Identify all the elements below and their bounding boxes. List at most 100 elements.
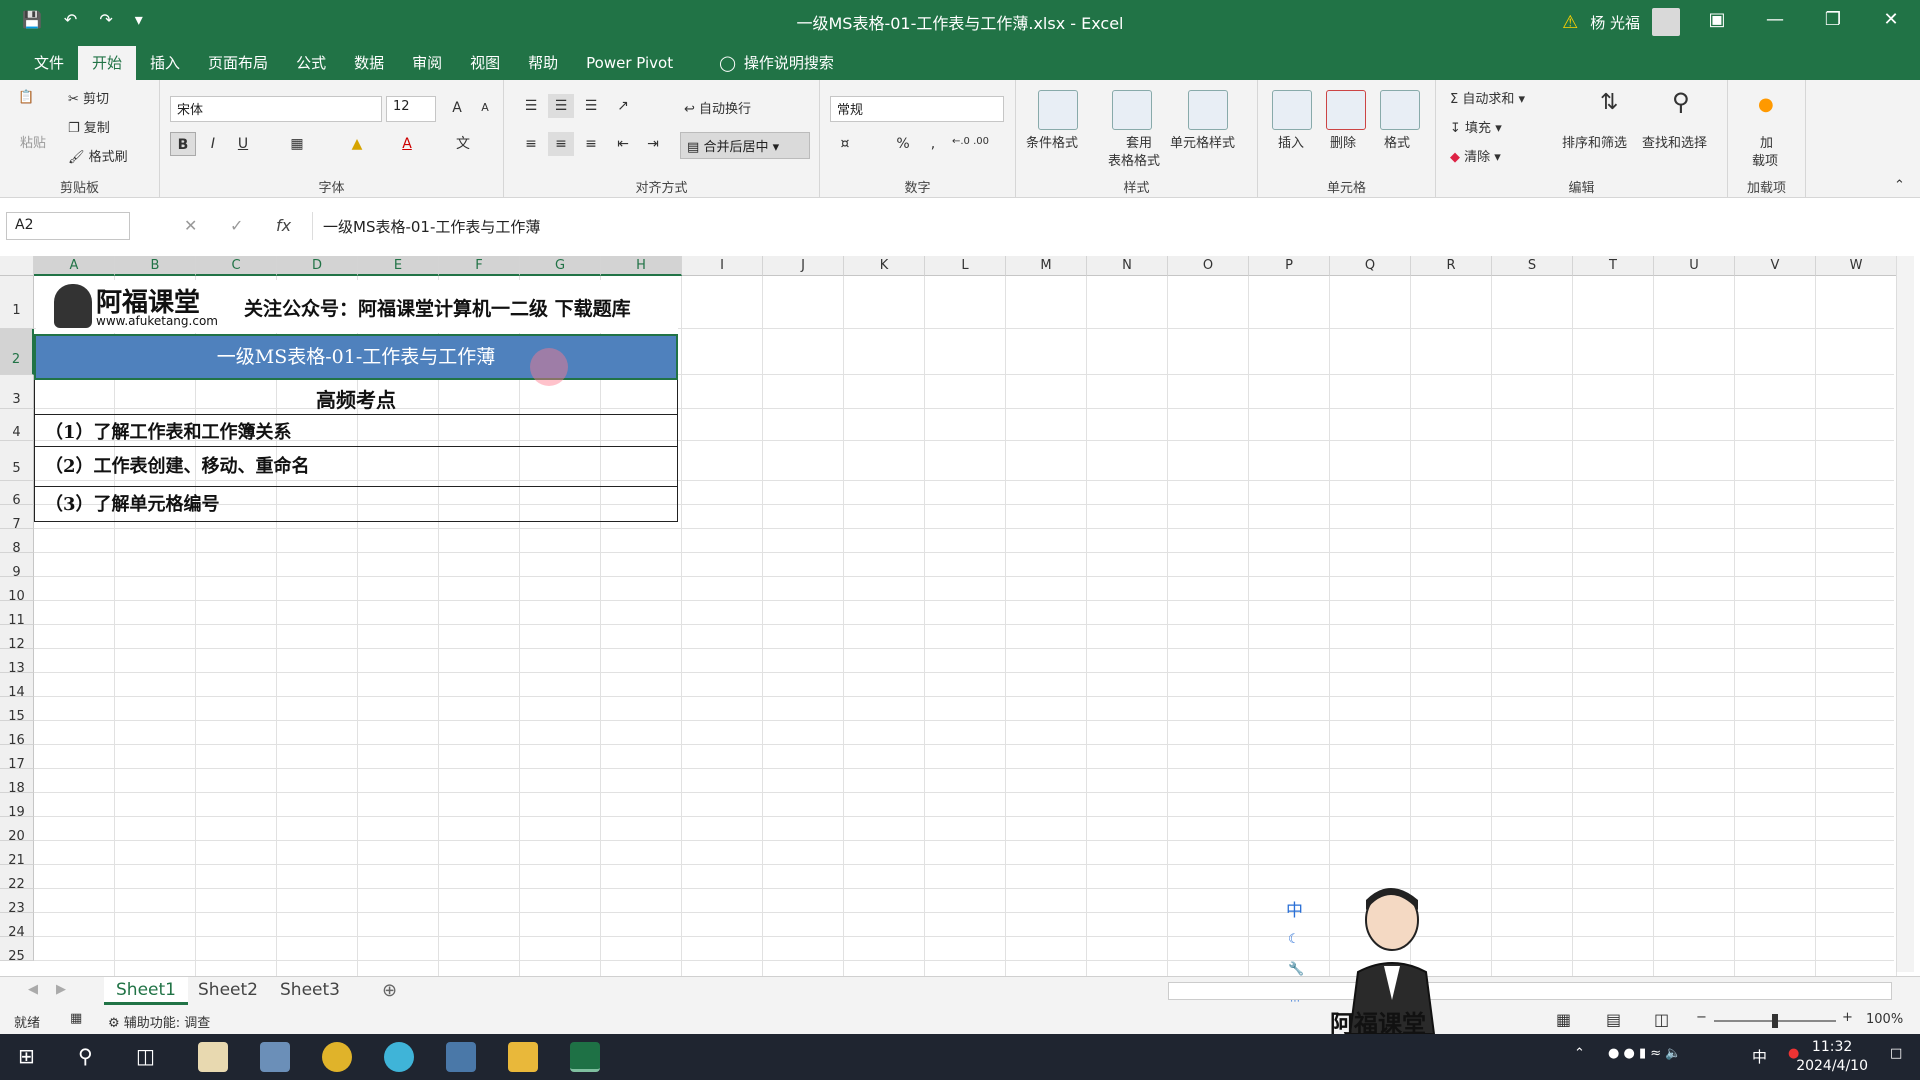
column-header-T[interactable]: T [1573, 256, 1654, 276]
italic-button[interactable]: I [200, 132, 226, 156]
merge-center-button[interactable]: ▤ 合并后居中 ▾ [680, 132, 810, 159]
copy-button[interactable]: ❐ 复制 [68, 117, 110, 136]
sheet-tab-2[interactable]: Sheet2 [186, 977, 270, 1005]
macro-record-icon[interactable]: ▦ [70, 1011, 82, 1026]
column-header-W[interactable]: W [1816, 256, 1897, 276]
format-painter-button[interactable]: 🖌 格式刷 [68, 146, 128, 165]
row-header-17[interactable]: 17 [0, 745, 34, 772]
tab-power-pivot[interactable]: Power Pivot [572, 46, 687, 80]
currency-icon[interactable]: ¤ [832, 132, 858, 156]
tab-view[interactable]: 视图 [456, 46, 514, 80]
taskbar-ime[interactable]: 中 [1752, 1046, 1767, 1067]
tab-page-layout[interactable]: 页面布局 [194, 46, 282, 80]
cell-a4[interactable]: （1）了解工作表和工作簿关系 [45, 418, 292, 444]
row-header-21[interactable]: 21 [0, 841, 34, 868]
ribbon-display-icon[interactable]: ▣ [1688, 6, 1746, 34]
taskbar-clock[interactable]: 11:32 2024/4/10 [1796, 1038, 1868, 1076]
column-header-H[interactable]: H [601, 256, 682, 276]
app-icon-5[interactable] [446, 1042, 476, 1072]
align-bottom-icon[interactable]: ☰ [578, 94, 604, 118]
wrench-icon[interactable]: 🔧 [1288, 962, 1304, 977]
number-format-select[interactable]: 常规 [830, 96, 1004, 122]
selected-cell-a2[interactable]: 一级MS表格-01-工作表与工作薄 [34, 334, 678, 380]
page-layout-view-icon[interactable]: ▤ [1606, 1010, 1621, 1029]
app-icon-4[interactable] [384, 1042, 414, 1072]
normal-view-icon[interactable]: ▦ [1556, 1010, 1571, 1029]
column-header-G[interactable]: G [520, 256, 601, 276]
cell-a5[interactable]: （2）工作表创建、移动、重命名 [45, 452, 310, 478]
column-header-N[interactable]: N [1087, 256, 1168, 276]
grow-font-button[interactable]: A [444, 96, 470, 120]
next-sheet-icon[interactable]: ▶ [56, 982, 66, 997]
tab-insert[interactable]: 插入 [136, 46, 194, 80]
column-header-S[interactable]: S [1492, 256, 1573, 276]
save-icon[interactable]: 💾 [22, 10, 42, 29]
tab-formulas[interactable]: 公式 [282, 46, 340, 80]
increase-decimal-button[interactable]: ←.0 .00 [952, 136, 989, 147]
percent-button[interactable]: % [890, 132, 916, 156]
cancel-icon[interactable]: ✕ [184, 216, 197, 235]
font-size-select[interactable]: 12 [386, 96, 436, 122]
excel-icon[interactable] [570, 1042, 600, 1072]
row-header-22[interactable]: 22 [0, 865, 34, 892]
row-header-1[interactable]: 1 [0, 276, 34, 329]
restore-icon[interactable]: ❐ [1804, 6, 1862, 34]
column-header-M[interactable]: M [1006, 256, 1087, 276]
cell-a6[interactable]: （3）了解单元格编号 [45, 490, 220, 516]
undo-icon[interactable]: ↶ [64, 10, 77, 29]
row-header-6[interactable]: 6 [0, 481, 34, 508]
row-header-9[interactable]: 9 [0, 553, 34, 580]
autosum-button[interactable]: Σ 自动求和 ▾ [1450, 88, 1525, 107]
row-header-25[interactable]: 25 [0, 937, 34, 964]
prev-sheet-icon[interactable]: ◀ [28, 982, 38, 997]
column-header-O[interactable]: O [1168, 256, 1249, 276]
row-header-13[interactable]: 13 [0, 649, 34, 676]
column-header-D[interactable]: D [277, 256, 358, 276]
sort-filter-button[interactable]: 排序和筛选 [1562, 132, 1627, 151]
row-header-16[interactable]: 16 [0, 721, 34, 748]
table-format-button-line2[interactable]: 表格格式 [1108, 150, 1160, 169]
cut-button[interactable]: ✂ 剪切 [68, 88, 109, 107]
cell-a3-title[interactable]: 高频考点 [35, 384, 677, 413]
column-header-U[interactable]: U [1654, 256, 1735, 276]
page-break-view-icon[interactable]: ◫ [1654, 1010, 1669, 1029]
row-header-14[interactable]: 14 [0, 673, 34, 700]
accessibility-status[interactable]: ⚙ 辅助功能: 调查 [108, 1012, 210, 1031]
column-header-F[interactable]: F [439, 256, 520, 276]
phonetic-icon[interactable]: 文 [450, 132, 476, 156]
add-sheet-icon[interactable]: ⊕ [382, 980, 397, 1001]
ime-language[interactable]: 中 [1286, 896, 1303, 921]
file-explorer-icon[interactable] [508, 1042, 538, 1072]
underline-button[interactable]: U [230, 132, 256, 156]
search-icon[interactable]: ⚲ [78, 1044, 93, 1068]
column-header-P[interactable]: P [1249, 256, 1330, 276]
minimize-icon[interactable]: — [1746, 6, 1804, 34]
row-header-23[interactable]: 23 [0, 889, 34, 916]
row-header-3[interactable]: 3 [0, 375, 34, 409]
chrome-icon[interactable] [322, 1042, 352, 1072]
spreadsheet-grid[interactable]: A B C D E F G H I J K L M N O P Q R S T U V W 1 2 3 4 5 6 7 8 9 10 11 12 13… [0, 256, 1920, 976]
column-header-L[interactable]: L [925, 256, 1006, 276]
row-header-18[interactable]: 18 [0, 769, 34, 796]
row-header-11[interactable]: 11 [0, 601, 34, 628]
paste-icon[interactable]: 📋 [18, 90, 34, 105]
vertical-scrollbar[interactable] [1896, 256, 1914, 972]
fill-button[interactable]: ↧ 填充 ▾ [1450, 117, 1502, 136]
row-header-12[interactable]: 12 [0, 625, 34, 652]
delete-cells-button[interactable]: 删除 [1330, 132, 1356, 151]
find-select-button[interactable]: 查找和选择 [1642, 132, 1707, 151]
close-icon[interactable]: ✕ [1862, 6, 1920, 34]
redo-icon[interactable]: ↷ [99, 10, 112, 29]
row-header-19[interactable]: 19 [0, 793, 34, 820]
align-left-icon[interactable]: ≡ [518, 132, 544, 156]
align-right-icon[interactable]: ≡ [578, 132, 604, 156]
bold-button[interactable]: B [170, 132, 196, 156]
zoom-slider-thumb[interactable] [1772, 1014, 1778, 1028]
moon-icon[interactable]: ☾ [1288, 932, 1300, 947]
tab-review[interactable]: 审阅 [398, 46, 456, 80]
column-header-V[interactable]: V [1735, 256, 1816, 276]
font-name-select[interactable]: 宋体 [170, 96, 382, 122]
wrap-text-button[interactable]: ↩ 自动换行 [684, 98, 751, 117]
formula-input[interactable]: 一级MS表格-01-工作表与工作薄 [312, 212, 1904, 240]
cell-styles-button[interactable]: 单元格样式 [1170, 132, 1235, 151]
